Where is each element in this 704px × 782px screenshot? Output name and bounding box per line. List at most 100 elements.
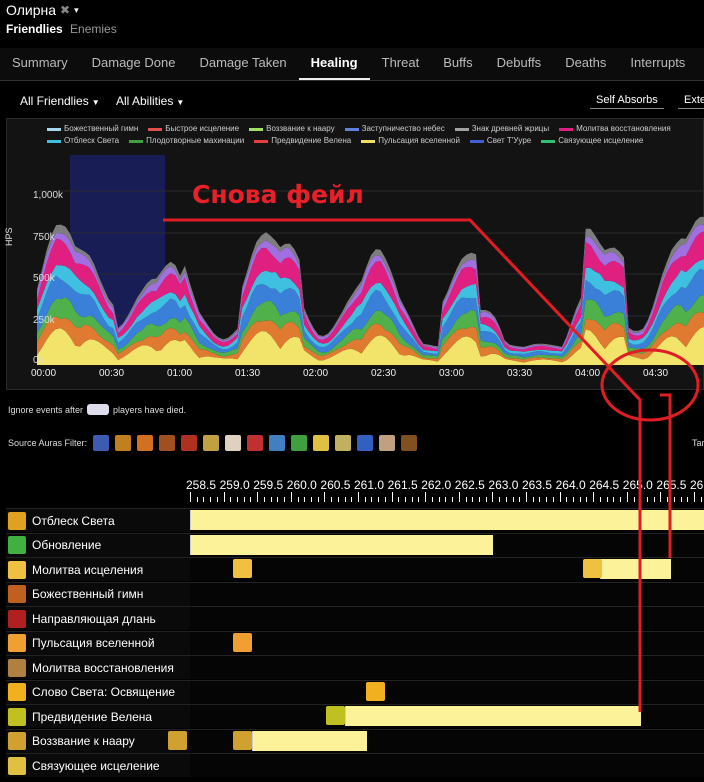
enemies-link[interactable]: Enemies	[70, 22, 117, 36]
tab-6[interactable]: Debuffs	[485, 48, 554, 80]
spell-row: Направляющая длань	[6, 606, 704, 630]
tab-5[interactable]: Buffs	[431, 48, 484, 80]
spell-label[interactable]: Воззвание к наару	[6, 729, 190, 753]
timeline-tick	[694, 492, 695, 502]
close-icon[interactable]: ✖	[60, 3, 70, 17]
spell-track	[190, 607, 704, 630]
legend-item[interactable]: Свет Т'Ууре	[469, 135, 531, 147]
cast-icon[interactable]	[366, 681, 385, 701]
spell-label[interactable]: Направляющая длань	[6, 607, 190, 630]
aura-filter-icon[interactable]	[269, 435, 286, 451]
spell-label[interactable]: Связующее исцеление	[6, 754, 190, 777]
player-name[interactable]: Олирна	[6, 2, 56, 18]
legend-label: Молитва восстановления	[576, 124, 671, 133]
extended-button[interactable]: Exte	[678, 92, 704, 109]
legend-item[interactable]: Связующее исцеление	[541, 135, 643, 147]
legend-item[interactable]: Знак древней жрицы	[454, 123, 549, 135]
tab-0[interactable]: Summary	[0, 48, 80, 80]
spell-track	[190, 656, 704, 679]
cast-icon[interactable]	[233, 559, 252, 578]
spell-track	[190, 582, 704, 606]
timeline-tick-label: 263.5	[522, 478, 553, 492]
aura-filter-icon[interactable]	[203, 435, 220, 451]
tab-1[interactable]: Damage Done	[80, 48, 188, 80]
legend-item[interactable]: Воззвание к наару	[249, 123, 335, 135]
friendlies-dropdown[interactable]: All Friendlies ▼	[20, 94, 100, 108]
legend-swatch	[47, 139, 61, 143]
chevron-down-icon[interactable]: ▾	[74, 5, 79, 16]
timeline-tick-label: 262.5	[454, 478, 485, 492]
buff-duration-bar[interactable]	[252, 730, 367, 751]
cast-icon[interactable]	[233, 632, 252, 652]
spell-label[interactable]: Молитва исцеления	[6, 558, 190, 581]
aura-filter-icon[interactable]	[247, 435, 264, 451]
spell-label[interactable]: Слово Света: Освящение	[6, 680, 190, 704]
buff-duration-bar[interactable]	[600, 559, 671, 579]
tab-9[interactable]: Di	[697, 48, 704, 80]
timeline-tick	[250, 497, 252, 502]
healing-chart: Божественный гимн Быстрое исцеление Воззва…	[6, 118, 704, 390]
tab-7[interactable]: Deaths	[553, 48, 618, 80]
tab-2[interactable]: Damage Taken	[187, 48, 298, 80]
aura-filter-icon[interactable]	[313, 435, 330, 451]
spell-label[interactable]: Обновление	[6, 533, 190, 557]
cast-icon[interactable]	[168, 730, 187, 750]
spell-label[interactable]: Божественный гимн	[6, 582, 190, 606]
spell-label[interactable]: Молитва восстановления	[6, 656, 190, 679]
timeline-tick	[492, 492, 494, 502]
aura-filter-icon[interactable]	[159, 435, 176, 451]
timeline-tick	[196, 497, 198, 502]
tab-4[interactable]: Threat	[370, 48, 432, 80]
spell-row: Молитва исцеления	[6, 557, 704, 581]
spell-row: Обновление	[6, 532, 704, 557]
aura-filter-icon[interactable]	[181, 435, 198, 451]
spell-label[interactable]: Предвидение Велена	[6, 705, 190, 728]
players-died-input[interactable]	[87, 404, 110, 415]
timeline-tick	[405, 497, 407, 502]
timeline-tick	[519, 497, 521, 502]
spell-name: Связующее исцеление	[32, 758, 160, 773]
buff-duration-bar[interactable]	[190, 534, 493, 555]
spell-row: Пульсация вселенной	[6, 630, 704, 655]
legend-item[interactable]: Быстрое исцеление	[148, 123, 239, 135]
aura-filter-icon[interactable]	[137, 435, 154, 451]
legend-swatch	[254, 139, 269, 143]
tab-3[interactable]: Healing	[298, 48, 370, 80]
legend-item[interactable]: Пульсация вселенной	[361, 135, 460, 147]
aura-filter-icon[interactable]	[401, 435, 418, 451]
timeline-tick	[317, 497, 319, 502]
legend-item[interactable]: Заступничество небес	[344, 123, 445, 135]
timeline-tick-label: 261.0	[354, 478, 385, 492]
aura-filter-icon[interactable]	[225, 435, 242, 451]
legend-item[interactable]: Молитва восстановления	[559, 123, 671, 135]
buff-duration-bar[interactable]	[190, 510, 704, 530]
legend-item[interactable]: Отблеск Света	[47, 135, 119, 147]
aura-filter-icon[interactable]	[357, 435, 374, 451]
legend-item[interactable]: Предвидение Велена	[254, 135, 351, 147]
legend-swatch	[249, 127, 264, 131]
friendlies-link[interactable]: Friendlies	[6, 22, 63, 36]
tab-8[interactable]: Interrupts	[618, 48, 697, 80]
hps-area-chart[interactable]	[7, 119, 704, 391]
cast-icon[interactable]	[233, 730, 252, 750]
aura-filter-icon[interactable]	[335, 435, 352, 451]
aura-filter-icon[interactable]	[379, 435, 396, 451]
self-absorbs-button[interactable]: Self Absorbs	[590, 92, 664, 109]
spell-row: Предвидение Велена	[6, 704, 704, 728]
aura-filter-icon[interactable]	[115, 435, 132, 451]
spell-label[interactable]: Пульсация вселенной	[6, 631, 190, 655]
abilities-dropdown[interactable]: All Abilities ▼	[116, 94, 184, 108]
legend-label: Плодотворные махинации	[146, 136, 245, 145]
timeline-tick	[687, 497, 689, 502]
cast-icon[interactable]	[583, 559, 602, 578]
buff-duration-bar[interactable]	[345, 706, 641, 726]
legend-swatch	[129, 139, 144, 143]
y-axis-title: HPS	[4, 227, 14, 246]
cast-icon[interactable]	[326, 706, 345, 725]
spell-row: Молитва восстановления	[6, 655, 704, 679]
aura-filter-icon[interactable]	[93, 435, 110, 451]
aura-filter-icon[interactable]	[291, 435, 308, 451]
spell-label[interactable]: Отблеск Света	[6, 509, 190, 532]
legend-item[interactable]: Божественный гимн	[47, 123, 138, 135]
legend-item[interactable]: Плодотворные махинации	[129, 135, 244, 147]
